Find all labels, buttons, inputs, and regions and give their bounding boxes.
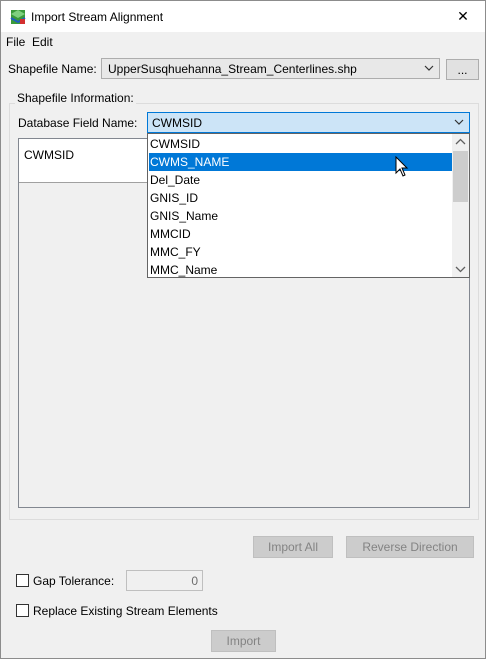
menu-edit[interactable]: Edit xyxy=(32,35,53,49)
import-button[interactable]: Import xyxy=(211,630,276,652)
menu-file[interactable]: File xyxy=(6,35,25,49)
chevron-down-icon xyxy=(424,65,434,71)
scrollbar-thumb[interactable] xyxy=(453,151,468,202)
shapefile-name-value: UpperSusqhuehanna_Stream_Centerlines.shp xyxy=(108,62,357,76)
title-bar: Import Stream Alignment ✕ xyxy=(1,1,485,32)
dropdown-option[interactable]: CWMSID xyxy=(149,135,453,153)
database-field-label: Database Field Name: xyxy=(18,116,138,130)
shapefile-name-combo[interactable]: UpperSusqhuehanna_Stream_Centerlines.shp xyxy=(101,58,440,79)
gap-tolerance-label: Gap Tolerance: xyxy=(33,574,115,588)
gap-tolerance-input[interactable]: 0 xyxy=(126,570,203,591)
shapefile-info-title: Shapefile Information: xyxy=(15,91,136,105)
window-title: Import Stream Alignment xyxy=(31,10,164,24)
import-all-button[interactable]: Import All xyxy=(253,536,333,558)
dropdown-option[interactable]: GNIS_ID xyxy=(149,189,453,207)
chevron-down-icon xyxy=(454,119,464,125)
gap-tolerance-checkbox[interactable] xyxy=(16,574,29,587)
scroll-up-icon[interactable] xyxy=(455,138,466,146)
database-field-value: CWMSID xyxy=(152,116,202,130)
reverse-direction-button[interactable]: Reverse Direction xyxy=(346,536,474,558)
dropdown-option[interactable]: MMCID xyxy=(149,225,453,243)
app-icon xyxy=(10,10,26,24)
dropdown-option[interactable]: GNIS_Name xyxy=(149,207,453,225)
scroll-down-icon[interactable] xyxy=(455,265,466,273)
browse-button[interactable]: ... xyxy=(446,59,479,80)
dropdown-option[interactable]: MMC_Name xyxy=(149,261,453,277)
replace-existing-label: Replace Existing Stream Elements xyxy=(33,604,218,618)
import-stream-alignment-window: Import Stream Alignment ✕ File Edit Shap… xyxy=(0,0,486,659)
database-field-dropdown-list[interactable]: CWMSID CWMS_NAME Del_Date GNIS_ID GNIS_N… xyxy=(147,133,470,278)
gap-tolerance-value: 0 xyxy=(191,574,198,588)
dropdown-scrollbar[interactable] xyxy=(452,134,469,277)
shapefile-name-label: Shapefile Name: xyxy=(8,62,97,76)
column-header: CWMSID xyxy=(24,148,74,162)
database-field-combo[interactable]: CWMSID xyxy=(147,112,470,133)
dropdown-option[interactable]: MMC_FY xyxy=(149,243,453,261)
mouse-cursor-icon xyxy=(395,156,409,177)
menu-bar: File Edit xyxy=(1,32,485,50)
close-icon[interactable]: ✕ xyxy=(441,1,485,32)
replace-existing-checkbox[interactable] xyxy=(16,604,29,617)
